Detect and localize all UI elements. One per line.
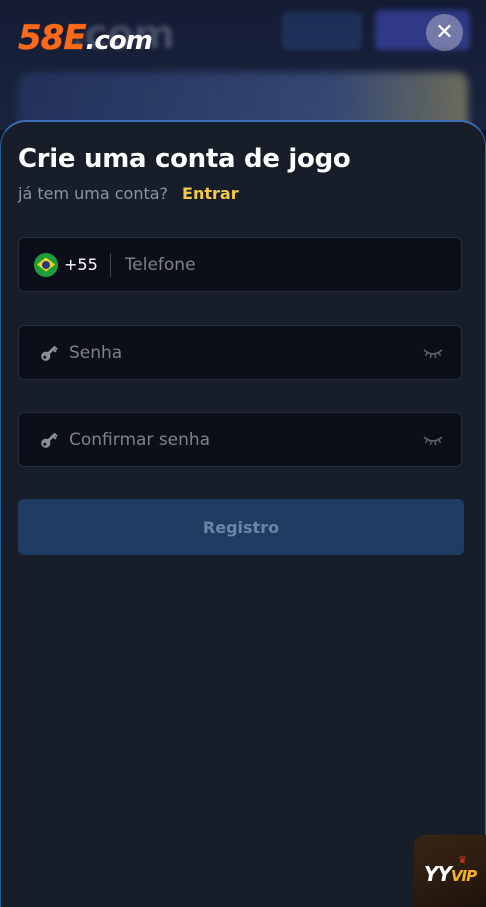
close-icon: ✕ xyxy=(435,20,454,45)
login-prompt-text: já tem uma conta? xyxy=(18,184,169,203)
key-icon xyxy=(41,432,58,448)
vip-accent: VIP xyxy=(450,867,477,885)
phone-field[interactable]: +55 xyxy=(18,237,462,292)
field-divider xyxy=(109,252,111,277)
vip-badge-label: YYVIP xyxy=(423,862,477,886)
background-login-button-ghost xyxy=(282,12,362,50)
register-button[interactable]: Registro xyxy=(18,499,464,555)
confirm-password-field[interactable] xyxy=(18,412,462,467)
site-logo: 58E .com xyxy=(18,18,153,58)
phone-input[interactable] xyxy=(124,238,461,291)
key-icon xyxy=(41,345,58,361)
close-button[interactable]: ✕ xyxy=(426,14,463,51)
eye-closed-icon[interactable] xyxy=(422,346,444,360)
vip-badge[interactable]: ♛ YYVIP xyxy=(414,835,486,907)
vip-brand: YY xyxy=(423,862,452,886)
brazil-flag-icon[interactable] xyxy=(34,252,58,277)
login-link[interactable]: Entrar xyxy=(182,184,239,203)
password-input[interactable] xyxy=(69,326,422,379)
page: .com 58E .com ✕ Crie uma conta de jogo j… xyxy=(0,0,486,907)
password-field[interactable] xyxy=(18,325,462,380)
register-modal: Crie uma conta de jogo já tem uma conta?… xyxy=(0,120,486,907)
eye-closed-icon[interactable] xyxy=(422,433,444,447)
modal-title: Crie uma conta de jogo xyxy=(18,144,351,174)
country-dial-code[interactable]: +55 xyxy=(64,255,98,274)
login-prompt: já tem uma conta? Entrar xyxy=(18,184,239,203)
confirm-password-input[interactable] xyxy=(69,413,422,466)
logo-number: 58E xyxy=(18,18,87,58)
crown-icon: ♛ xyxy=(458,855,467,866)
logo-domain: .com xyxy=(85,26,153,56)
